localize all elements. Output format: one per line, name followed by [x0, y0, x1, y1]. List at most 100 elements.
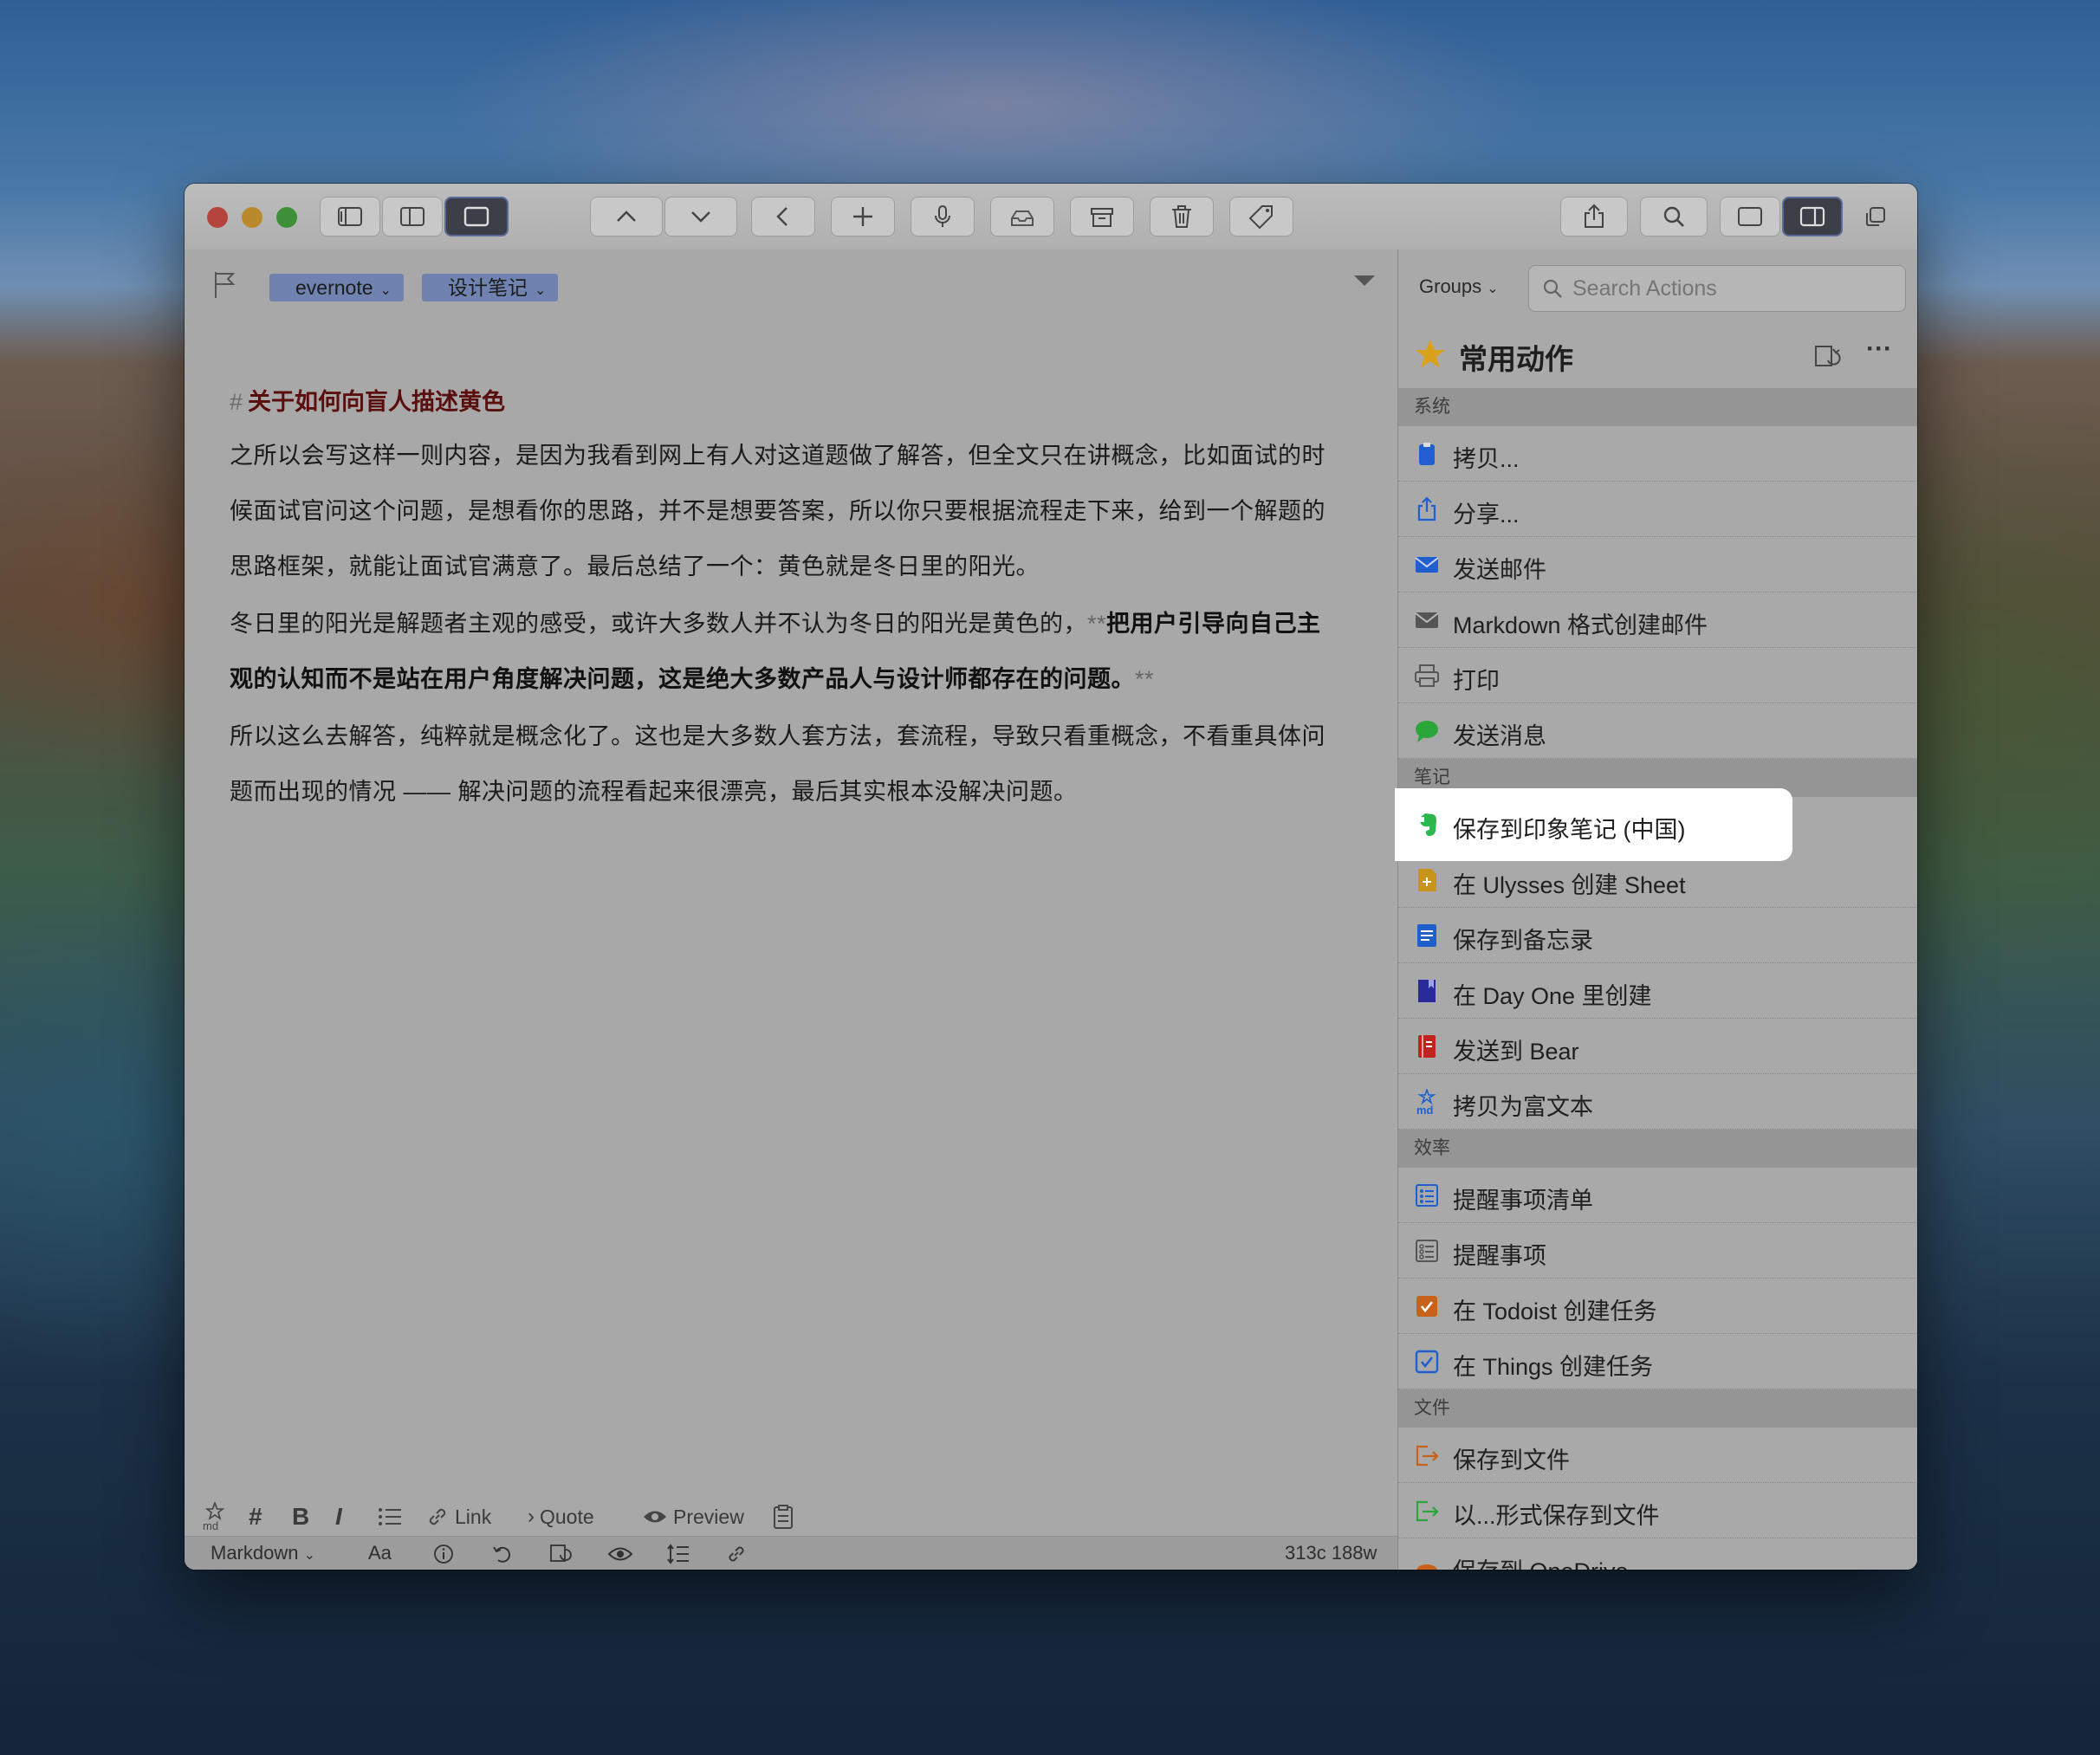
chevron-down-icon: ⌄: [303, 1548, 316, 1563]
action-label: 保存到文件: [1453, 1447, 1570, 1473]
action-item[interactable]: 保存到文件: [1398, 1428, 1917, 1483]
tag-label: evernote: [295, 276, 373, 299]
clipboard-icon: [1419, 443, 1435, 465]
sidebar-right-icon: [1799, 206, 1825, 227]
action-item[interactable]: 在 Todoist 创建任务: [1398, 1279, 1917, 1334]
link-icon[interactable]: [725, 1543, 748, 1565]
italic-button[interactable]: I: [335, 1503, 342, 1531]
link-button[interactable]: Link: [425, 1505, 491, 1529]
action-item[interactable]: 发送邮件: [1398, 537, 1917, 593]
more-options-icon[interactable]: ···: [1866, 334, 1892, 364]
chevron-up-icon: [617, 210, 636, 222]
action-item[interactable]: 打印: [1398, 648, 1917, 703]
ulysses-icon: [1418, 869, 1436, 891]
quote-button[interactable]: › Quote: [528, 1505, 594, 1529]
list-button[interactable]: [377, 1504, 403, 1530]
previous-draft-button[interactable]: [590, 197, 663, 236]
sidebar-left-icon: [338, 207, 362, 226]
chevron-right-icon: ›: [528, 1505, 535, 1528]
search-actions-input[interactable]: [1571, 275, 1895, 302]
action-item[interactable]: Markdown 格式创建邮件: [1398, 593, 1917, 648]
single-pane-icon: [1738, 207, 1762, 226]
sidebar-toggle-button[interactable]: [320, 197, 380, 236]
minimize-window-button[interactable]: [242, 207, 262, 228]
tag-pill-design-notes[interactable]: 设计笔记 ⌄: [422, 274, 559, 301]
paragraph-3: 所以这么去解答，纯粹就是概念化了。这也是大多数人套方法，套流程，导致只看重概念，…: [230, 709, 1364, 819]
draft-editor[interactable]: evernote ⌄ 设计笔记 ⌄ # 关于如何向盲人描述黄色 之所以会写这样一则内容…: [185, 249, 1397, 1570]
search-icon: [1543, 279, 1562, 298]
inbox-button[interactable]: [990, 197, 1054, 236]
mail-gray-icon: [1415, 612, 1439, 628]
action-item[interactable]: 保存到印象笔记 (中国): [1397, 790, 1791, 859]
syntax-select[interactable]: Markdown ⌄: [211, 1542, 315, 1564]
action-item[interactable]: 以...形式保存到文件: [1398, 1483, 1917, 1538]
document-body[interactable]: # 关于如何向盲人描述黄色 之所以会写这样一则内容，是因为我看到网上有人对这道题做…: [230, 376, 1364, 821]
line-spacing-icon[interactable]: [666, 1543, 690, 1565]
text-line: 思路框架，就能让面试官满意了。最后总结了一个：黄色就是冬日里的阳光。: [230, 554, 1040, 580]
groups-menu[interactable]: Groups ⌄: [1419, 275, 1499, 298]
focus-mode-button[interactable]: [444, 197, 509, 236]
search-button[interactable]: [1640, 197, 1708, 236]
undo-icon[interactable]: [491, 1543, 514, 1565]
file-export-icon: [1416, 1445, 1439, 1467]
action-label: 在 Todoist 创建任务: [1453, 1298, 1657, 1324]
action-label: 拷贝...: [1453, 446, 1520, 472]
next-draft-button[interactable]: [664, 197, 737, 236]
clipboard-icon: [774, 1505, 793, 1529]
markdown-button[interactable]: md: [200, 1502, 230, 1532]
new-draft-button[interactable]: [831, 197, 895, 236]
info-icon[interactable]: [432, 1543, 455, 1565]
notes-icon: [1417, 924, 1436, 947]
things-icon: [1415, 1350, 1439, 1374]
collapse-triangle-icon[interactable]: [1354, 275, 1375, 286]
action-item[interactable]: 保存到 OneDrive: [1398, 1538, 1917, 1570]
zoom-window-button[interactable]: [276, 207, 297, 228]
search-actions-field[interactable]: [1528, 265, 1906, 312]
trash-button[interactable]: [1150, 197, 1214, 236]
group-switch-icon[interactable]: [1812, 341, 1842, 371]
bold-mark: **: [1087, 611, 1107, 637]
eye-icon[interactable]: [607, 1545, 633, 1564]
hide-actions-button[interactable]: [1720, 197, 1780, 236]
versions-icon[interactable]: [548, 1543, 573, 1565]
action-item[interactable]: 在 Things 创建任务: [1398, 1334, 1917, 1389]
action-item[interactable]: 提醒事项: [1398, 1223, 1917, 1279]
section-header: 效率: [1398, 1130, 1917, 1168]
dictate-button[interactable]: [911, 197, 975, 236]
split-view-button[interactable]: [382, 197, 443, 236]
action-label: 拷贝为富文本: [1453, 1094, 1593, 1120]
text-line: 候面试官问这个问题，是想看你的思路，并不是想要答案，所以你只要根据流程走下来，给…: [230, 498, 1325, 524]
tag-pill-evernote[interactable]: evernote ⌄: [269, 274, 404, 301]
action-label: 发送邮件: [1453, 557, 1546, 583]
windows-icon: [1866, 207, 1885, 226]
heading-button[interactable]: #: [249, 1503, 262, 1531]
tag-button[interactable]: [1229, 197, 1293, 236]
plain-text: 冬日里的阳光是解题者主观的感受，或许大多数人并不认为冬日的阳光是黄色的，: [230, 611, 1087, 637]
syntax-label: Markdown: [211, 1542, 299, 1564]
mail-icon: [1415, 557, 1439, 573]
flag-icon[interactable]: [212, 270, 238, 300]
action-item[interactable]: 分享...: [1398, 482, 1917, 537]
action-item[interactable]: 在 Ulysses 创建 Sheet: [1398, 852, 1917, 908]
action-item[interactable]: 发送消息: [1398, 703, 1917, 759]
action-item[interactable]: 保存到备忘录: [1398, 908, 1917, 963]
action-item[interactable]: md 拷贝为富文本: [1398, 1074, 1917, 1130]
clipboard-button[interactable]: [772, 1504, 794, 1530]
action-item[interactable]: 发送到 Bear: [1398, 1019, 1917, 1074]
show-actions-button[interactable]: [1782, 197, 1843, 236]
share-button[interactable]: [1560, 197, 1628, 236]
evernote-icon: [1419, 813, 1436, 836]
action-item[interactable]: 拷贝...: [1398, 426, 1917, 482]
action-item[interactable]: 提醒事项清单: [1398, 1168, 1917, 1223]
status-bar: Markdown ⌄ Aa 313c 188w: [185, 1536, 1397, 1570]
text-line: 之所以会写这样一则内容，是因为我看到网上有人对这道题做了解答，但全文只在讲概念，…: [230, 443, 1325, 469]
markdown-icon: md: [203, 1502, 225, 1532]
action-item[interactable]: 在 Day One 里创建: [1398, 963, 1917, 1019]
archive-button[interactable]: [1070, 197, 1134, 236]
close-window-button[interactable]: [207, 207, 228, 228]
bold-button[interactable]: B: [292, 1503, 309, 1531]
font-size-button[interactable]: Aa: [368, 1542, 392, 1564]
new-window-button[interactable]: [1857, 197, 1895, 236]
preview-button[interactable]: Preview: [642, 1506, 744, 1529]
back-button[interactable]: [751, 197, 815, 236]
